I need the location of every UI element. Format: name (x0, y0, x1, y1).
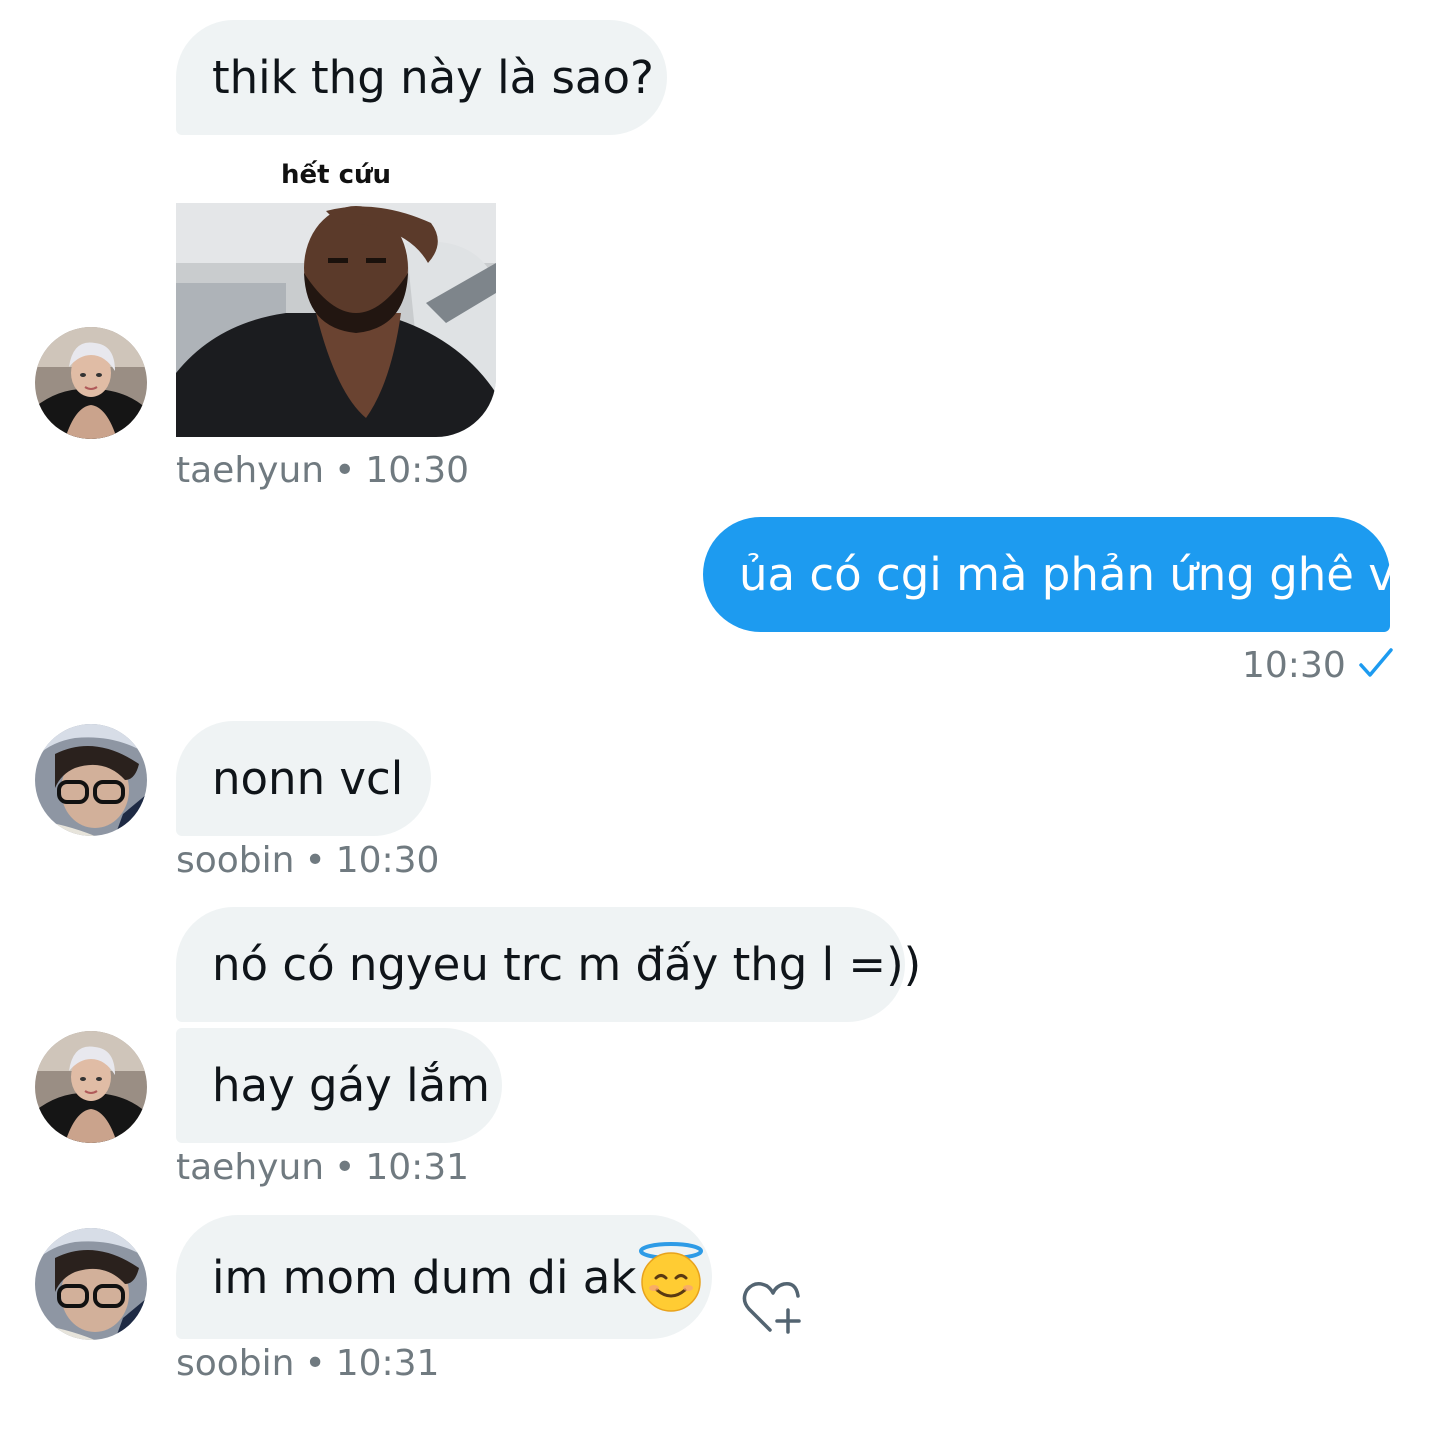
sender-name: soobin (176, 1343, 295, 1384)
message-text: im mom dum di ak (212, 1250, 637, 1304)
message-meta: soobin • 10:31 (176, 1346, 439, 1382)
message-text: hay gáy lắm (212, 1059, 491, 1112)
timestamp: 10:31 (335, 1343, 440, 1384)
timestamp: 10:30 (335, 840, 440, 881)
message-bubble[interactable]: im mom dum di ak (176, 1215, 712, 1339)
sender-name: taehyun (176, 450, 325, 491)
meme-photo (176, 203, 496, 437)
avatar-taehyun[interactable] (35, 1031, 147, 1143)
message-bubble-outgoing[interactable]: ủa có cgi mà phản ứng ghê v (703, 517, 1395, 632)
message-meta: soobin • 10:30 (176, 843, 439, 879)
avatar-taehyun[interactable] (35, 327, 147, 439)
timestamp: 10:31 (365, 1147, 470, 1188)
message-meta: taehyun • 10:30 (176, 453, 469, 489)
message-bubble[interactable]: hay gáy lắm (176, 1028, 502, 1143)
message-media[interactable]: hết cứu (176, 150, 496, 437)
check-icon (1359, 648, 1393, 677)
sender-name: taehyun (176, 1147, 325, 1188)
message-text: nó có ngyeu trc m đấy thg l =)) (212, 938, 922, 991)
message-bubble[interactable]: thik thg này là sao? (176, 20, 667, 135)
message-meta: taehyun • 10:31 (176, 1150, 469, 1186)
meta-separator: • (334, 1147, 356, 1188)
message-text: thik thg này là sao? (212, 51, 654, 104)
avatar-soobin[interactable] (35, 724, 147, 836)
meta-separator: • (304, 1343, 326, 1384)
message-bubble[interactable]: nó có ngyeu trc m đấy thg l =)) (176, 907, 921, 1022)
smiling-face-with-halo-icon (639, 1242, 704, 1312)
avatar-soobin[interactable] (35, 1228, 147, 1340)
message-text: nonn vcl (212, 752, 404, 805)
message-text: ủa có cgi mà phản ứng ghê v (739, 548, 1395, 601)
message-bubble[interactable]: nonn vcl (176, 721, 431, 836)
sender-name: soobin (176, 840, 295, 881)
message-meta: 10:30 (1242, 647, 1394, 684)
media-caption: hết cứu (280, 160, 392, 190)
heart-plus-icon[interactable] (740, 1278, 806, 1336)
timestamp: 10:30 (1242, 645, 1346, 686)
meta-separator: • (334, 450, 356, 491)
timestamp: 10:30 (365, 450, 470, 491)
meta-separator: • (304, 840, 326, 881)
